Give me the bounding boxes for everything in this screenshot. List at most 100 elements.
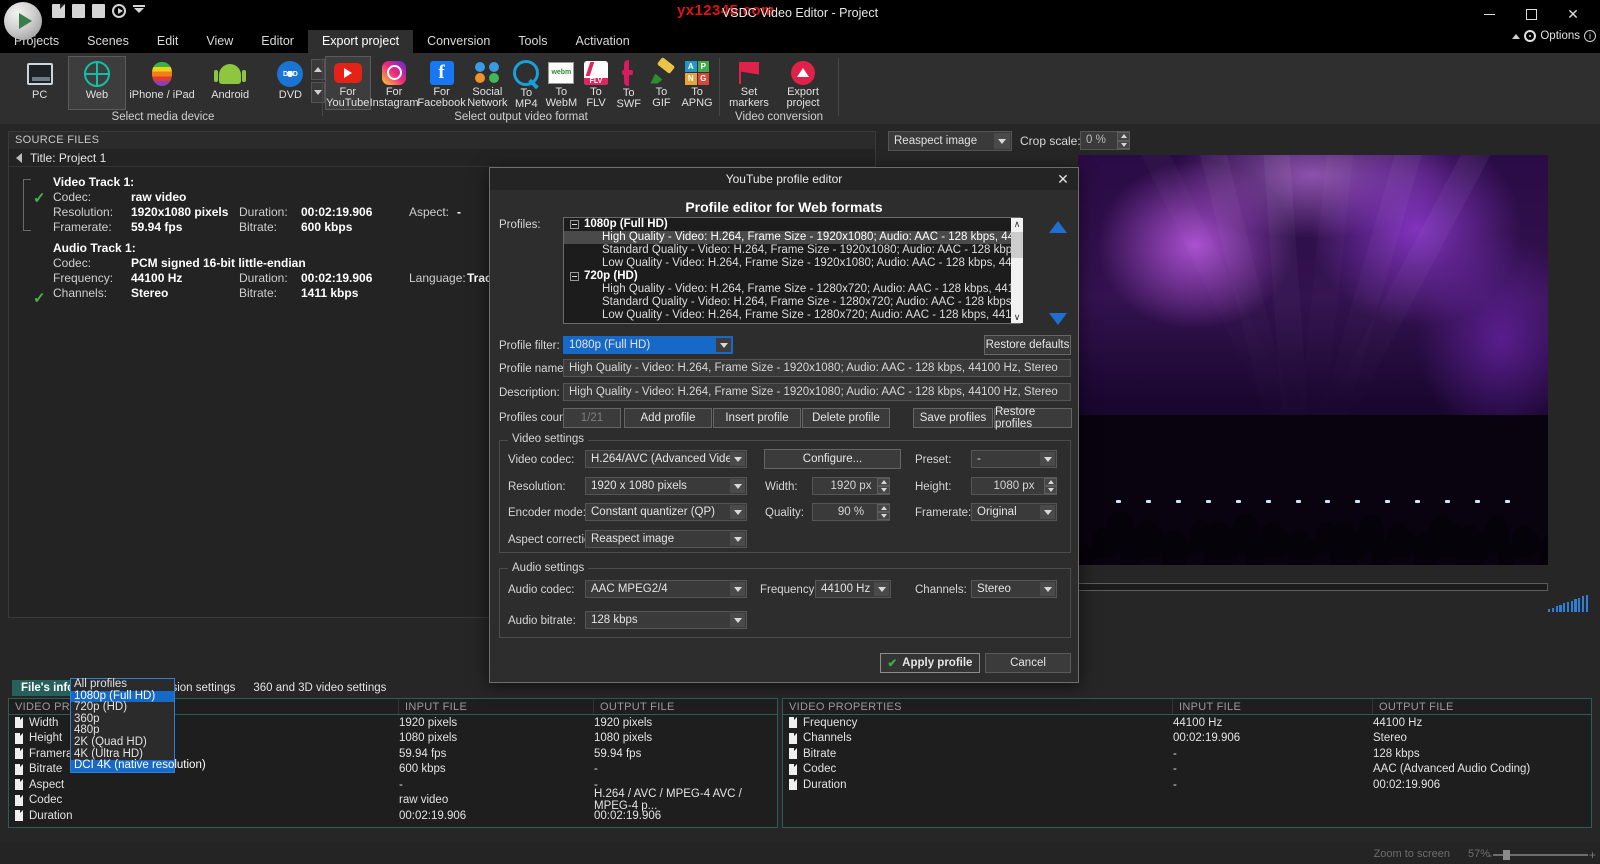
maximize-button[interactable] (1510, 0, 1552, 28)
apply-profile-button[interactable]: ✔ Apply profile (880, 653, 980, 673)
minimize-button[interactable] (1468, 0, 1510, 28)
zoom-out-button[interactable]: - (1488, 848, 1492, 862)
ribbon-tab-tools[interactable]: Tools (504, 30, 561, 53)
profile-option-5[interactable]: 2K (Quad HD) (71, 737, 174, 749)
chevron-down-icon[interactable] (716, 338, 731, 352)
height-down-icon[interactable] (1044, 486, 1057, 494)
table-row[interactable]: Duration00:02:19.90600:02:19.906 (9, 808, 777, 824)
format-instagram[interactable]: For Instagram (371, 57, 418, 109)
resolution-combo[interactable]: 1920 x 1080 pixels (585, 477, 747, 495)
width-stepper[interactable] (877, 478, 890, 494)
cancel-button[interactable]: Cancel (985, 653, 1071, 673)
chevron-down-icon[interactable] (730, 582, 745, 596)
chevron-down-icon[interactable] (874, 582, 889, 596)
aspect-correction-combo[interactable]: Reaspect image (585, 530, 747, 548)
profile-item[interactable]: Standard Quality - Video: H.264, Frame S… (564, 244, 1020, 257)
project-title-row[interactable]: Title: Project 1 (9, 149, 875, 167)
expand-collapse-icon[interactable] (570, 220, 579, 229)
profile-group-0[interactable]: 1080p (Full HD) (564, 218, 1020, 231)
crop-scale-up-icon[interactable] (1117, 132, 1130, 141)
format-mp4[interactable]: To MP4 (510, 57, 542, 109)
zoom-in-button[interactable]: + (1589, 848, 1596, 862)
profile-filter-combo[interactable]: 1080p (Full HD) (563, 336, 733, 354)
media-device-web[interactable]: Web (69, 57, 124, 109)
profile-option-0[interactable]: All profiles (71, 679, 174, 691)
media-device-pc[interactable]: PC (12, 57, 67, 109)
quality-down-icon[interactable] (877, 512, 890, 520)
configure-button[interactable]: Configure... (764, 449, 901, 469)
ribbon-tab-bar[interactable]: ProjectsScenesEditViewEditorExport proje… (0, 28, 1600, 53)
insert-profile-button[interactable]: Insert profile (713, 408, 801, 428)
audio-bitrate-combo[interactable]: 128 kbps (585, 611, 747, 629)
profiles-list[interactable]: 1080p (Full HD)High Quality - Video: H.2… (563, 217, 1021, 324)
options-bar[interactable]: Options i (1512, 30, 1596, 42)
description-input[interactable]: High Quality - Video: H.264, Frame Size … (563, 383, 1071, 401)
zoom-slider-knob[interactable] (1503, 850, 1510, 860)
chevron-down-icon[interactable] (730, 613, 745, 627)
encoder-mode-combo[interactable]: Constant quantizer (QP) (585, 503, 747, 521)
restore-defaults-button[interactable]: Restore defaults (984, 335, 1071, 355)
chevron-down-icon[interactable] (730, 505, 745, 519)
width-up-icon[interactable] (877, 478, 890, 486)
profiles-list-scrollbar[interactable]: ∧ ∨ (1011, 218, 1023, 323)
format-facebook[interactable]: f For Facebook (419, 57, 465, 109)
profile-item[interactable]: Low Quality - Video: H.264, Frame Size -… (564, 257, 1020, 270)
info-icon[interactable]: i (1584, 30, 1596, 42)
move-profile-up-button[interactable] (1047, 216, 1069, 238)
format-youtube[interactable]: For YouTube (326, 57, 370, 109)
format-gif[interactable]: To GIF (646, 57, 677, 109)
export-project-button[interactable]: Export project (777, 57, 829, 109)
framerate-combo[interactable]: Original (971, 503, 1057, 521)
chevron-down-icon[interactable] (1040, 505, 1055, 519)
profile-option-7[interactable]: DCI 4K (native resolution) (71, 760, 174, 772)
profile-group-1[interactable]: 720p (HD) (564, 270, 1020, 283)
video-preview[interactable]: 00:00/02:19 (1078, 155, 1548, 565)
profile-item[interactable]: High Quality - Video: H.264, Frame Size … (564, 231, 1020, 244)
scroll-up-icon[interactable]: ∧ (1011, 218, 1023, 230)
audio-channels-combo[interactable]: Stereo (971, 580, 1057, 598)
expand-collapse-icon[interactable] (570, 272, 579, 281)
format-apng[interactable]: AP NG To APNG (678, 57, 716, 109)
ribbon-tab-edit[interactable]: Edit (143, 30, 193, 53)
gear-icon[interactable] (1524, 30, 1536, 42)
profile-dropdown-list[interactable]: All profiles1080p (Full HD)720p (HD)360p… (70, 678, 175, 773)
chevron-down-icon[interactable] (730, 479, 745, 493)
profile-name-input[interactable]: High Quality - Video: H.264, Frame Size … (563, 359, 1071, 377)
ribbon-tab-scenes[interactable]: Scenes (73, 30, 143, 53)
profile-item[interactable]: Standard Quality - Video: H.264, Frame S… (564, 296, 1020, 309)
audio-frequency-combo[interactable]: 44100 Hz (815, 580, 891, 598)
aspect-combo[interactable]: Reaspect image (888, 131, 1012, 151)
width-down-icon[interactable] (877, 486, 890, 494)
save-profiles-button[interactable]: Save profiles (913, 408, 993, 428)
ribbon-tab-export-project[interactable]: Export project (308, 30, 413, 53)
table-row[interactable]: Duration-00:02:19.906 (783, 777, 1591, 793)
move-profile-down-button[interactable] (1047, 308, 1069, 330)
media-device-dvd[interactable]: DVD DVD (263, 57, 318, 109)
close-button[interactable]: ✕ (1552, 0, 1594, 28)
format-swf[interactable]: To SWF (613, 57, 645, 109)
dialog-close-button[interactable]: ✕ (1052, 170, 1074, 188)
table-row[interactable]: Codec-AAC (Advanced Audio Coding) (783, 762, 1591, 778)
media-device-android[interactable]: Android (200, 57, 261, 109)
window-controls[interactable]: ✕ (1468, 0, 1594, 28)
crop-scale-stepper[interactable] (1117, 132, 1130, 149)
preview-scrubber[interactable] (1078, 583, 1548, 591)
media-device-iphone[interactable]: iPhone / iPad (127, 57, 198, 109)
collapse-ribbon-icon[interactable] (1512, 34, 1520, 39)
height-stepper[interactable] (1044, 478, 1057, 494)
crop-scale-down-icon[interactable] (1117, 141, 1130, 150)
chevron-down-icon[interactable] (730, 452, 745, 466)
chevron-down-icon[interactable] (994, 133, 1010, 149)
quality-up-icon[interactable] (877, 504, 890, 512)
table-row[interactable]: Channels00:02:19.906Stereo (783, 731, 1591, 747)
ribbon-tab-conversion[interactable]: Conversion (413, 30, 504, 53)
ribbon-tab-editor[interactable]: Editor (247, 30, 308, 53)
height-up-icon[interactable] (1044, 478, 1057, 486)
format-social-network[interactable]: Social Network (466, 57, 510, 109)
ribbon-tab-view[interactable]: View (192, 30, 247, 53)
scroll-down-icon[interactable]: ∨ (1011, 311, 1023, 323)
scrollbar-thumb[interactable] (1011, 232, 1023, 258)
chevron-down-icon[interactable] (1040, 452, 1055, 466)
table-row[interactable]: Frequency44100 Hz44100 Hz (783, 715, 1591, 731)
delete-profile-button[interactable]: Delete profile (802, 408, 890, 428)
